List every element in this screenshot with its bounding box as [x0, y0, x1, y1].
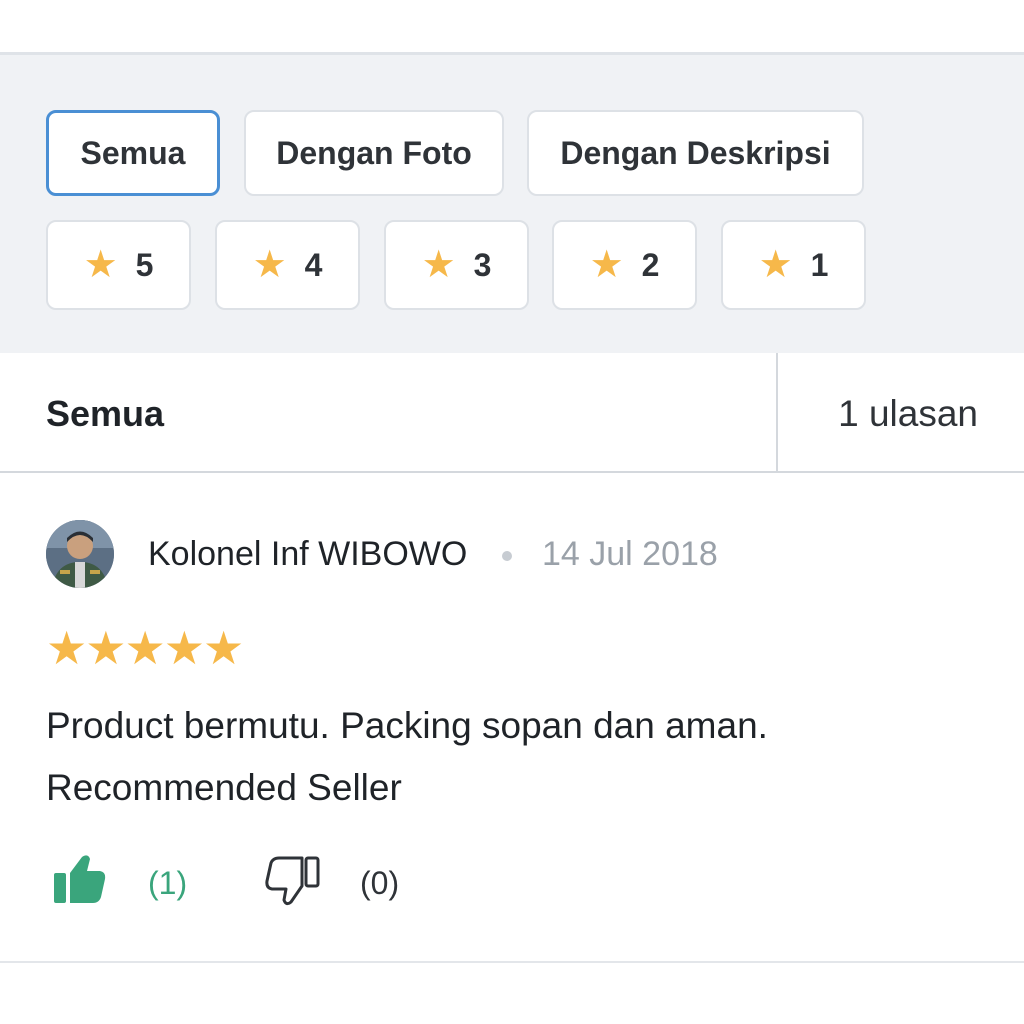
star-icon: ★	[203, 622, 244, 674]
filter-chip-dengan-foto[interactable]: Dengan Foto	[244, 110, 504, 196]
star-icon: ★	[252, 244, 287, 286]
review-item: Kolonel Inf WIBOWO 14 Jul 2018 ★★★★★ Pro…	[0, 473, 1024, 963]
review-summary-row: Semua 1 ulasan	[0, 353, 1024, 473]
filter-chip-semua[interactable]: Semua	[46, 110, 220, 196]
thumbs-down-icon[interactable]	[264, 855, 320, 912]
star-icon: ★	[83, 244, 118, 286]
filter-chip-label: Dengan Foto	[276, 134, 472, 171]
rating-stars: ★★★★★	[46, 621, 244, 675]
avatar-image	[46, 520, 114, 588]
rating-chip-label: 2	[641, 246, 660, 283]
review-filter-panel: Semua Dengan Foto Dengan Deskripsi ★ 5 ★…	[0, 52, 1024, 353]
star-icon: ★	[46, 622, 87, 674]
rating-chip-2[interactable]: ★ 2	[552, 220, 697, 310]
not-helpful-count: (0)	[360, 865, 400, 901]
star-icon: ★	[85, 622, 126, 674]
review-text-line: Recommended Seller	[46, 767, 402, 808]
star-icon: ★	[589, 244, 624, 286]
summary-divider	[776, 353, 778, 471]
avatar[interactable]	[46, 520, 114, 588]
rating-chip-label: 5	[135, 246, 154, 283]
filter-chip-label: Dengan Deskripsi	[560, 134, 831, 171]
review-date: 14 Jul 2018	[542, 535, 718, 573]
summary-title: Semua	[46, 393, 165, 434]
filter-chip-dengan-deskripsi[interactable]: Dengan Deskripsi	[527, 110, 864, 196]
star-icon: ★	[758, 244, 793, 286]
rating-chip-3[interactable]: ★ 3	[384, 220, 529, 310]
review-count: 1 ulasan	[838, 393, 978, 434]
helpful-count: (1)	[148, 865, 188, 901]
filter-chip-label: Semua	[80, 134, 186, 171]
rating-chip-label: 1	[810, 246, 829, 283]
rating-chip-1[interactable]: ★ 1	[721, 220, 866, 310]
rating-chip-label: 4	[304, 246, 323, 283]
review-text-line: Product bermutu. Packing sopan dan aman.	[46, 705, 768, 746]
rating-chip-5[interactable]: ★ 5	[46, 220, 191, 310]
rating-chip-label: 3	[473, 246, 492, 283]
separator-dot	[502, 551, 512, 561]
thumbs-up-icon[interactable]	[52, 853, 108, 910]
top-spacer	[0, 0, 1024, 52]
star-icon: ★	[163, 622, 205, 674]
reviewer-name[interactable]: Kolonel Inf WIBOWO	[148, 535, 467, 574]
review-text: Product bermutu. Packing sopan dan aman.…	[46, 695, 966, 819]
rating-chip-4[interactable]: ★ 4	[215, 220, 360, 310]
star-icon: ★	[124, 622, 166, 674]
star-icon: ★	[421, 244, 456, 286]
